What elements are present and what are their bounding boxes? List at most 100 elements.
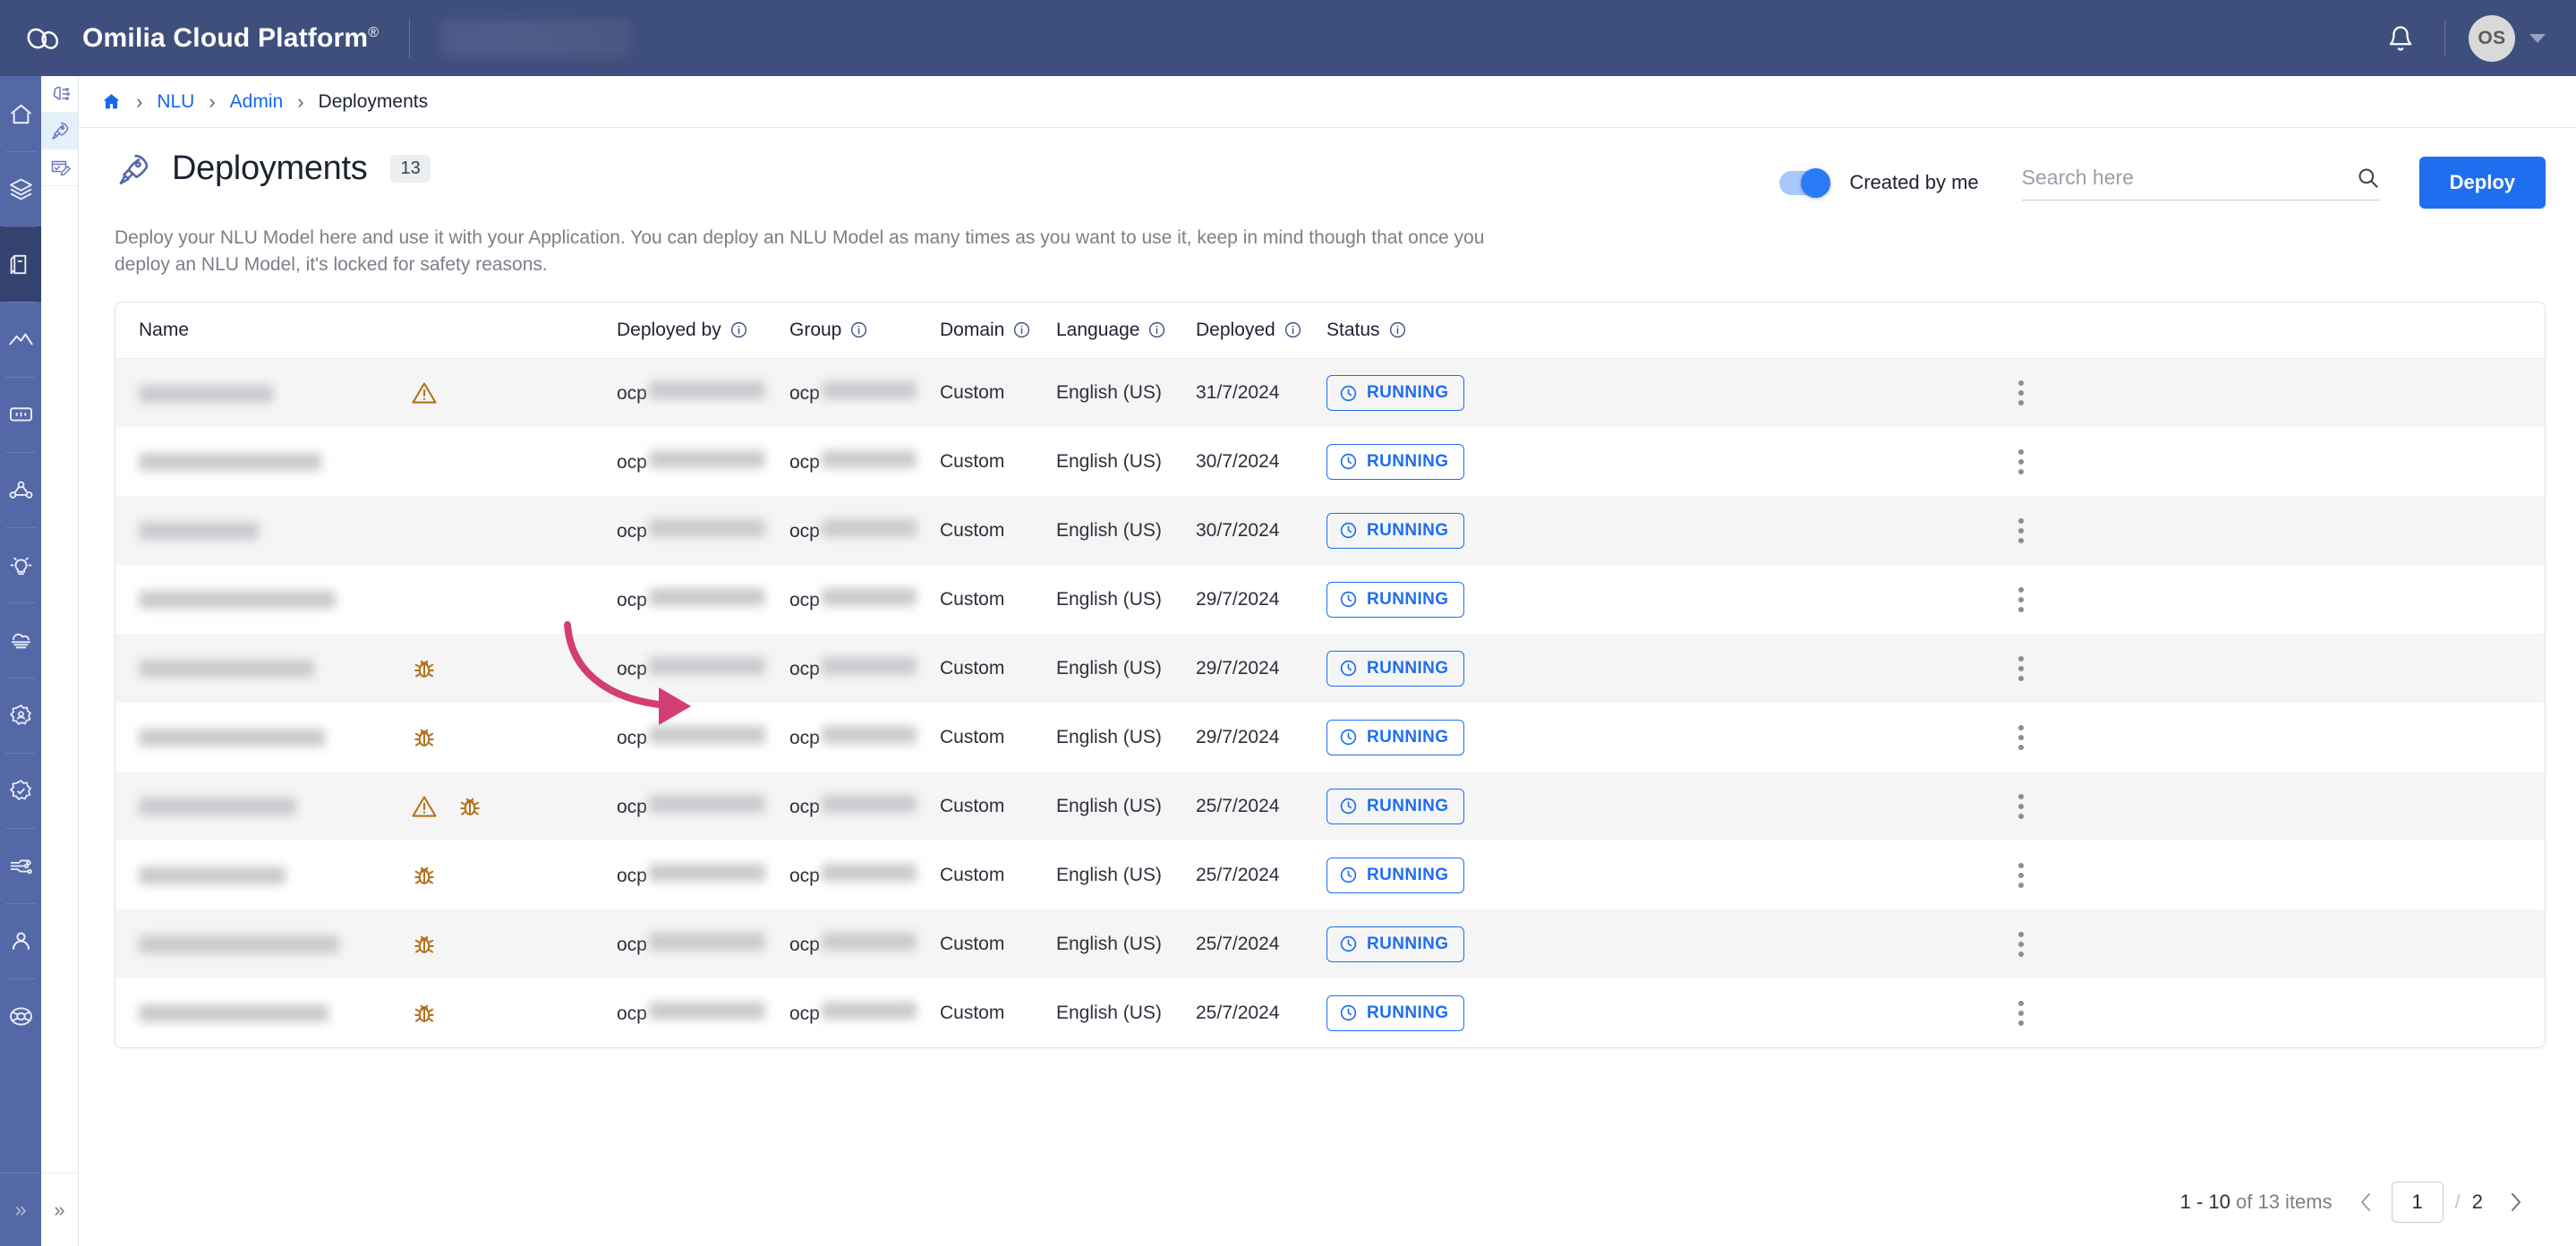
sidebar-item-dialog[interactable]: [0, 377, 41, 452]
info-icon[interactable]: [729, 320, 748, 339]
row-menu-button[interactable]: [1497, 1000, 2545, 1026]
sidebar-item-flow[interactable]: [0, 452, 41, 527]
bug-icon[interactable]: [411, 724, 438, 751]
cell-actions[interactable]: [1497, 427, 2545, 496]
notifications-button[interactable]: [2376, 14, 2425, 63]
sidebar-item-cloud[interactable]: [0, 602, 41, 678]
subnav-item-deployments[interactable]: [41, 113, 78, 149]
cell-actions[interactable]: [1497, 358, 2545, 427]
sidebar-item-home[interactable]: [0, 76, 41, 151]
cell-actions[interactable]: [1497, 496, 2545, 565]
cell-name[interactable]: [115, 565, 411, 634]
cell-name[interactable]: [115, 703, 411, 772]
created-by-me-toggle[interactable]: [1779, 167, 1831, 198]
table-row[interactable]: ocp ocp Custom English (US) 31/7/2024 RUNNING: [115, 358, 2545, 428]
bug-icon[interactable]: [411, 931, 438, 958]
sidebar-item-quality[interactable]: [0, 753, 41, 828]
brand[interactable]: Omilia Cloud Platform®: [23, 18, 379, 59]
col-domain[interactable]: Domain: [940, 302, 1056, 359]
cell-actions[interactable]: [1497, 978, 2545, 1047]
row-menu-button[interactable]: [1497, 380, 2545, 406]
table-row[interactable]: ocp ocp Custom English (US) 25/7/2024 RUNNING: [115, 978, 2545, 1048]
table-row[interactable]: ocp ocp Custom English (US) 29/7/2024 RUNNING: [115, 565, 2545, 635]
rocket-icon: [119, 154, 149, 184]
annotate-icon: [51, 160, 71, 176]
chevron-down-icon[interactable]: [2529, 33, 2546, 43]
sidebar-item-insights[interactable]: [0, 527, 41, 602]
sidebar-item-integrations[interactable]: [0, 828, 41, 903]
sidebar-item-analytics[interactable]: [0, 302, 41, 377]
row-menu-button[interactable]: [1497, 724, 2545, 750]
row-menu-button[interactable]: [1497, 517, 2545, 543]
breadcrumb-item-nlu[interactable]: NLU: [157, 91, 194, 113]
sidebar-item-profile[interactable]: [0, 903, 41, 978]
cell-name[interactable]: [115, 634, 411, 703]
search-icon[interactable]: [2356, 166, 2380, 190]
subnav-collapse-button[interactable]: »: [41, 1173, 78, 1246]
warning-icon[interactable]: [411, 793, 438, 820]
search-box[interactable]: [2021, 165, 2380, 201]
row-menu-button[interactable]: [1497, 448, 2545, 474]
info-icon[interactable]: [1012, 320, 1031, 339]
cell-actions[interactable]: [1497, 909, 2545, 978]
pagination-page-input[interactable]: 1: [2391, 1182, 2444, 1223]
sidebar-item-layers[interactable]: [0, 151, 41, 226]
col-language[interactable]: Language: [1056, 302, 1196, 359]
sidebar-collapse-button[interactable]: »: [0, 1173, 41, 1246]
cell-name[interactable]: [115, 841, 411, 909]
table-row[interactable]: ocp ocp Custom English (US) 30/7/2024 RUNNING: [115, 496, 2545, 566]
pagination-prev-button[interactable]: [2345, 1182, 2386, 1223]
row-menu-button[interactable]: [1497, 862, 2545, 888]
cell-name[interactable]: [115, 427, 411, 496]
sidebar-item-support[interactable]: [0, 978, 41, 1054]
avatar[interactable]: OS: [2469, 14, 2515, 62]
pagination-next-button[interactable]: [2495, 1182, 2537, 1223]
breadcrumb-item-admin[interactable]: Admin: [230, 91, 284, 113]
info-icon[interactable]: [1388, 320, 1407, 339]
sidebar-item-nlu[interactable]: [0, 226, 41, 302]
cell-name[interactable]: [115, 909, 411, 978]
cell-actions[interactable]: [1497, 703, 2545, 772]
cell-name[interactable]: [115, 772, 411, 841]
cell-actions[interactable]: [1497, 565, 2545, 634]
subnav-item-models[interactable]: [41, 76, 78, 113]
info-icon[interactable]: [1147, 320, 1166, 339]
cell-name[interactable]: [115, 978, 411, 1047]
warning-icon[interactable]: [411, 380, 438, 406]
cell-actions[interactable]: [1497, 772, 2545, 841]
row-menu-button[interactable]: [1497, 931, 2545, 957]
bug-icon[interactable]: [456, 793, 483, 820]
page-toolbar: Created by me Deploy: [1779, 149, 2546, 209]
table-row[interactable]: ocp ocp Custom English (US) 25/7/2024 RUNNING: [115, 772, 2545, 841]
table-row[interactable]: ocp ocp Custom English (US) 25/7/2024 RUNNING: [115, 841, 2545, 910]
info-icon[interactable]: [849, 320, 868, 339]
row-menu-button[interactable]: [1497, 586, 2545, 612]
deploy-button[interactable]: Deploy: [2418, 157, 2546, 209]
table-row[interactable]: ocp ocp Custom English (US) 25/7/2024 RUNNING: [115, 909, 2545, 979]
col-status[interactable]: Status: [1326, 302, 1497, 359]
table-row[interactable]: ocp ocp Custom English (US) 29/7/2024 RUNNING: [115, 634, 2545, 704]
subnav-item-annotations[interactable]: [41, 149, 78, 186]
row-menu-button[interactable]: [1497, 655, 2545, 681]
col-deployed-label: Deployed: [1196, 319, 1275, 340]
search-input[interactable]: [2021, 165, 2356, 190]
table-row[interactable]: ocp ocp Custom English (US) 29/7/2024 RUNNING: [115, 703, 2545, 772]
cell-actions[interactable]: [1497, 841, 2545, 909]
cell-actions[interactable]: [1497, 634, 2545, 703]
row-menu-button[interactable]: [1497, 793, 2545, 819]
info-icon[interactable]: [1284, 320, 1302, 339]
table-row[interactable]: ocp ocp Custom English (US) 30/7/2024 RUNNING: [115, 427, 2545, 497]
col-deployed[interactable]: Deployed: [1196, 302, 1326, 359]
cell-group: ocp: [789, 909, 940, 978]
cell-name[interactable]: [115, 358, 411, 427]
bug-icon[interactable]: [411, 1000, 438, 1027]
bug-icon[interactable]: [411, 655, 438, 682]
bug-icon[interactable]: [411, 862, 438, 889]
col-name[interactable]: Name: [115, 302, 411, 359]
cell-name[interactable]: [115, 496, 411, 565]
breadcrumb-home[interactable]: [101, 91, 122, 112]
sidebar-item-user-settings[interactable]: [0, 678, 41, 753]
col-deployed-by[interactable]: Deployed by: [617, 302, 789, 359]
col-group[interactable]: Group: [789, 302, 940, 359]
cell-deployed: 25/7/2024: [1196, 864, 1280, 885]
